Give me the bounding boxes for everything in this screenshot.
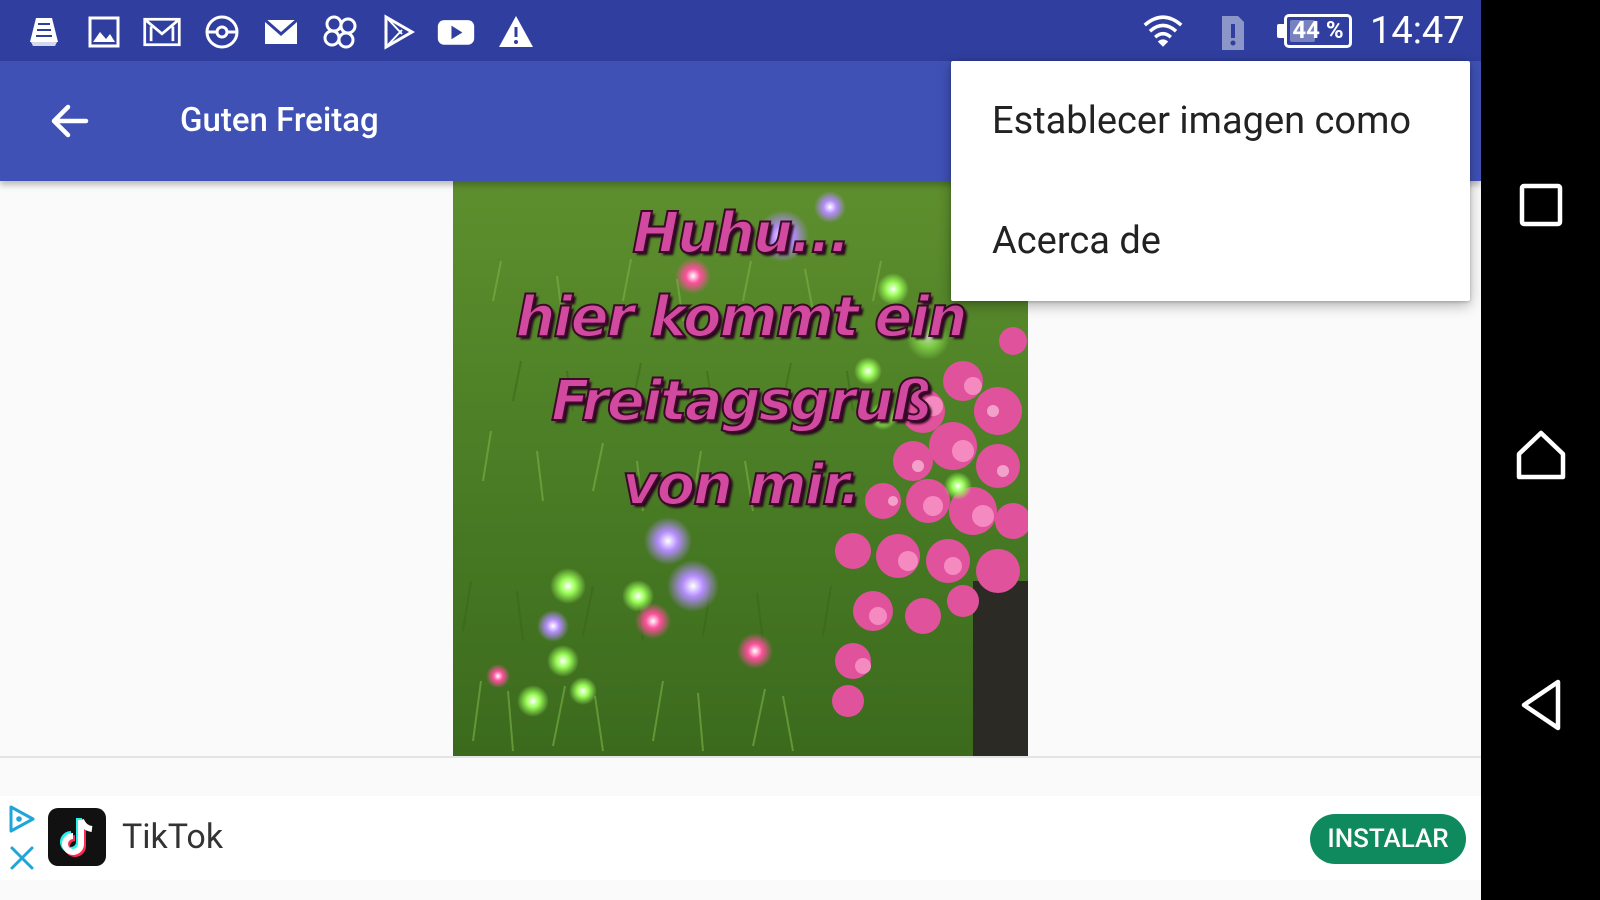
navigation-bar [1481, 0, 1600, 900]
battery-tip [1277, 24, 1284, 38]
pinwheel-icon [320, 12, 360, 52]
home-button[interactable] [1501, 415, 1581, 495]
warning-icon [496, 12, 536, 52]
card-text-line-2: hier kommt ein [515, 284, 969, 351]
back-triangle-icon [1521, 679, 1561, 731]
clock: 14:47 [1370, 9, 1465, 53]
gallery-icon [84, 12, 124, 52]
battery-percent: 44 % [1292, 16, 1344, 44]
ad-choices-icon[interactable] [6, 804, 36, 834]
back-nav-button[interactable] [1501, 665, 1581, 745]
mail-icon [142, 12, 182, 52]
battery-indicator: 44 % [1277, 14, 1356, 48]
home-icon [1516, 430, 1566, 480]
tiktok-icon[interactable] [48, 808, 106, 866]
menu-item-about[interactable]: Acerca de [951, 181, 1470, 301]
status-bar: 44 % 14:47 [0, 0, 1481, 61]
overflow-menu: Establecer imagen como Acerca de [951, 61, 1470, 301]
ad-banner[interactable]: TikTok INSTALAR [0, 796, 1481, 880]
install-button[interactable]: INSTALAR [1310, 814, 1466, 864]
wifi-icon [1140, 12, 1186, 52]
arrow-back-icon [51, 104, 89, 138]
card-text-line-1: Huhu... [631, 200, 851, 267]
recents-button[interactable] [1501, 165, 1581, 245]
app-title: Guten Freitag [180, 101, 379, 140]
card-text-line-4: von mir. [621, 452, 862, 519]
gmail-icon [261, 12, 301, 52]
ad-close-icon[interactable] [8, 844, 36, 872]
recents-icon [1519, 183, 1563, 227]
sim-alert-icon [1212, 12, 1252, 52]
youtube-icon [436, 12, 476, 52]
android-screen: 44 % 14:47 Guten Freitag Huhu... hier ko… [0, 0, 1600, 900]
pokeball-icon [202, 12, 242, 52]
card-text-line-3: Freitagsgruß [550, 368, 933, 435]
play-store-icon [378, 12, 418, 52]
docs-icon [24, 12, 64, 52]
back-button[interactable] [32, 85, 108, 157]
greeting-card-image[interactable]: Huhu... hier kommt ein Freitagsgruß von … [453, 181, 1028, 756]
menu-item-set-image-as[interactable]: Establecer imagen como [951, 61, 1470, 181]
ad-app-name[interactable]: TikTok [122, 816, 223, 858]
ad-divider [0, 756, 1481, 758]
